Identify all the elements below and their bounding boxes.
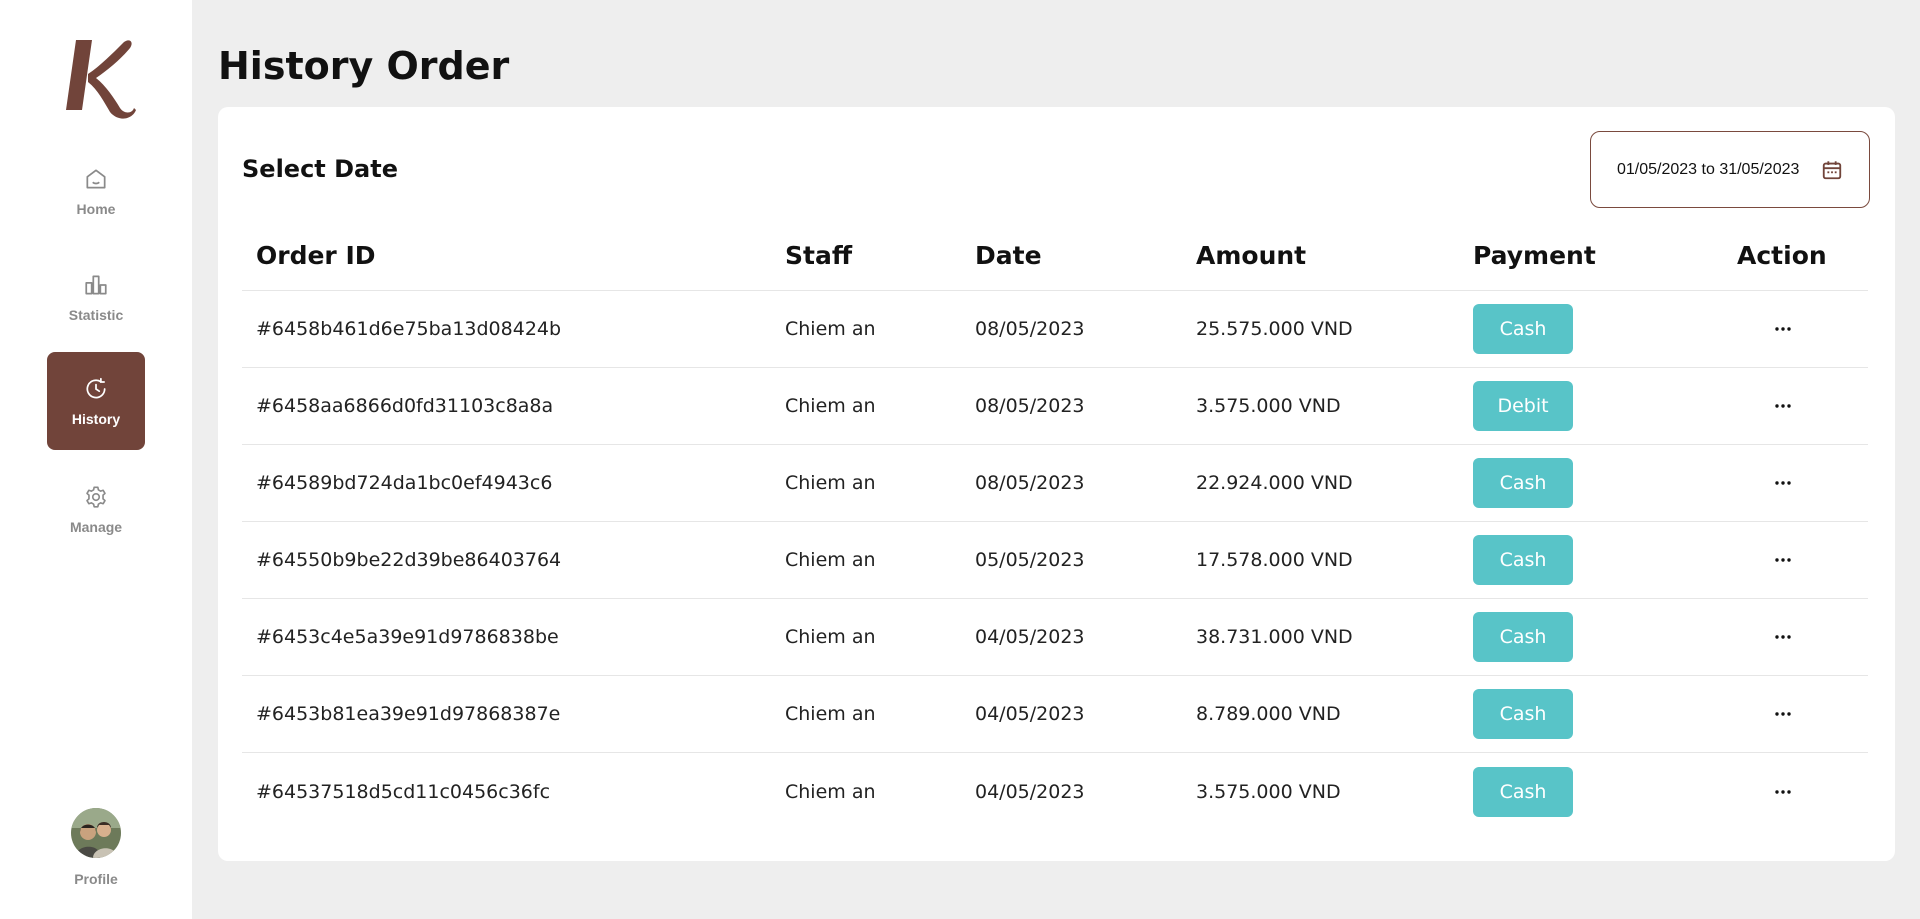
more-actions-button[interactable]: [1770, 291, 1796, 367]
payment-cell: Cash: [1473, 676, 1573, 752]
home-icon: [86, 168, 106, 189]
more-actions-button[interactable]: [1770, 599, 1796, 675]
table-row[interactable]: #6458b461d6e75ba13d08424b Chiem an 08/05…: [242, 291, 1868, 368]
more-actions-button[interactable]: [1770, 445, 1796, 521]
table-header: Order ID Staff Date Amount Payment Actio…: [242, 221, 1868, 291]
payment-cell: Cash: [1473, 599, 1573, 675]
sidebar: Home Statistic History Manage Profile: [0, 0, 192, 919]
payment-cell: Cash: [1473, 522, 1573, 598]
payment-button[interactable]: Cash: [1473, 612, 1573, 662]
payment-button[interactable]: Cash: [1473, 304, 1573, 354]
more-horizontal-icon: [1775, 327, 1791, 331]
more-horizontal-icon: [1775, 635, 1791, 639]
more-horizontal-icon: [1775, 558, 1791, 562]
profile-label: Profile: [74, 871, 118, 887]
gear-icon: [86, 485, 106, 508]
column-header-date: Date: [975, 241, 1042, 270]
table-row[interactable]: #6453c4e5a39e91d9786838be Chiem an 04/05…: [242, 599, 1868, 676]
table-row[interactable]: #6453b81ea39e91d97868387e Chiem an 04/05…: [242, 676, 1868, 753]
staff-cell: Chiem an: [785, 626, 876, 648]
clock-icon: [86, 377, 106, 398]
amount-cell: 3.575.000 VND: [1196, 395, 1341, 417]
more-actions-button[interactable]: [1770, 522, 1796, 598]
date-cell: 05/05/2023: [975, 549, 1085, 571]
table-row[interactable]: #64589bd724da1bc0ef4943c6 Chiem an 08/05…: [242, 445, 1868, 522]
staff-cell: Chiem an: [785, 703, 876, 725]
amount-cell: 38.731.000 VND: [1196, 626, 1353, 648]
order-id-cell: #6453c4e5a39e91d9786838be: [256, 626, 559, 648]
date-range-value: 01/05/2023 to 31/05/2023: [1617, 160, 1800, 178]
more-horizontal-icon: [1775, 481, 1791, 485]
more-actions-button[interactable]: [1770, 368, 1796, 444]
amount-cell: 17.578.000 VND: [1196, 549, 1353, 571]
column-header-payment: Payment: [1473, 241, 1596, 270]
table-row[interactable]: #6458aa6866d0fd31103c8a8a Chiem an 08/05…: [242, 368, 1868, 445]
order-id-cell: #64537518d5cd11c0456c36fc: [256, 780, 551, 803]
order-id-cell: #6458aa6866d0fd31103c8a8a: [256, 395, 554, 417]
payment-button[interactable]: Debit: [1473, 381, 1573, 431]
amount-cell: 25.575.000 VND: [1196, 318, 1353, 340]
table-row[interactable]: #64550b9be22d39be86403764 Chiem an 05/05…: [242, 522, 1868, 599]
orders-table: Order ID Staff Date Amount Payment Actio…: [242, 221, 1868, 830]
more-actions-button[interactable]: [1770, 753, 1796, 830]
column-header-staff: Staff: [785, 241, 853, 270]
more-horizontal-icon: [1775, 789, 1791, 794]
order-id-cell: #6453b81ea39e91d97868387e: [256, 703, 561, 725]
order-id-cell: #6458b461d6e75ba13d08424b: [256, 318, 562, 340]
payment-cell: Cash: [1473, 753, 1573, 830]
sidebar-item-label: Home: [76, 200, 116, 217]
order-id-cell: #64550b9be22d39be86403764: [256, 549, 562, 571]
calendar-icon[interactable]: [1821, 159, 1843, 181]
payment-button[interactable]: Cash: [1473, 689, 1573, 739]
brand-logo[interactable]: [62, 36, 138, 120]
bar-chart-icon: [85, 274, 107, 295]
staff-cell: Chiem an: [785, 472, 876, 494]
table-row[interactable]: #64537518d5cd11c0456c36fc Chiem an 04/05…: [242, 753, 1868, 830]
orders-card: Select Date 01/05/2023 to 31/05/2023 Ord…: [218, 107, 1895, 861]
payment-cell: Debit: [1473, 368, 1573, 444]
sidebar-item-label: History: [71, 410, 121, 427]
date-cell: 08/05/2023: [975, 318, 1085, 340]
select-date-label: Select Date: [242, 155, 398, 183]
profile-button[interactable]: Profile: [47, 808, 145, 887]
order-id-cell: #64589bd724da1bc0ef4943c6: [256, 472, 553, 494]
sidebar-item-statistic[interactable]: Statistic: [47, 248, 145, 346]
staff-cell: Chiem an: [785, 780, 876, 803]
date-range-picker[interactable]: 01/05/2023 to 31/05/2023: [1590, 131, 1870, 208]
date-cell: 04/05/2023: [975, 780, 1085, 803]
page-title: History Order: [218, 44, 510, 88]
staff-cell: Chiem an: [785, 318, 876, 340]
staff-cell: Chiem an: [785, 395, 876, 417]
sidebar-item-label: Manage: [69, 518, 123, 535]
payment-button[interactable]: Cash: [1473, 458, 1573, 508]
payment-cell: Cash: [1473, 445, 1573, 521]
amount-cell: 22.924.000 VND: [1196, 472, 1353, 494]
amount-cell: 8.789.000 VND: [1196, 703, 1341, 725]
more-actions-button[interactable]: [1770, 676, 1796, 752]
sidebar-item-history[interactable]: History: [47, 352, 145, 450]
date-cell: 08/05/2023: [975, 395, 1085, 417]
sidebar-item-home[interactable]: Home: [47, 142, 145, 240]
more-horizontal-icon: [1775, 404, 1791, 408]
sidebar-item-label: Statistic: [68, 306, 124, 323]
date-cell: 04/05/2023: [975, 703, 1085, 725]
payment-cell: Cash: [1473, 291, 1573, 367]
sidebar-item-manage[interactable]: Manage: [47, 460, 145, 558]
avatar[interactable]: [71, 808, 121, 858]
date-cell: 08/05/2023: [975, 472, 1085, 494]
more-horizontal-icon: [1775, 712, 1791, 716]
staff-cell: Chiem an: [785, 549, 876, 571]
column-header-amount: Amount: [1196, 241, 1307, 270]
payment-button[interactable]: Cash: [1473, 535, 1573, 585]
date-cell: 04/05/2023: [975, 626, 1085, 648]
payment-button[interactable]: Cash: [1473, 766, 1573, 817]
column-header-action: Action: [1737, 241, 1827, 270]
column-header-order-id: Order ID: [256, 241, 376, 270]
amount-cell: 3.575.000 VND: [1196, 780, 1341, 803]
